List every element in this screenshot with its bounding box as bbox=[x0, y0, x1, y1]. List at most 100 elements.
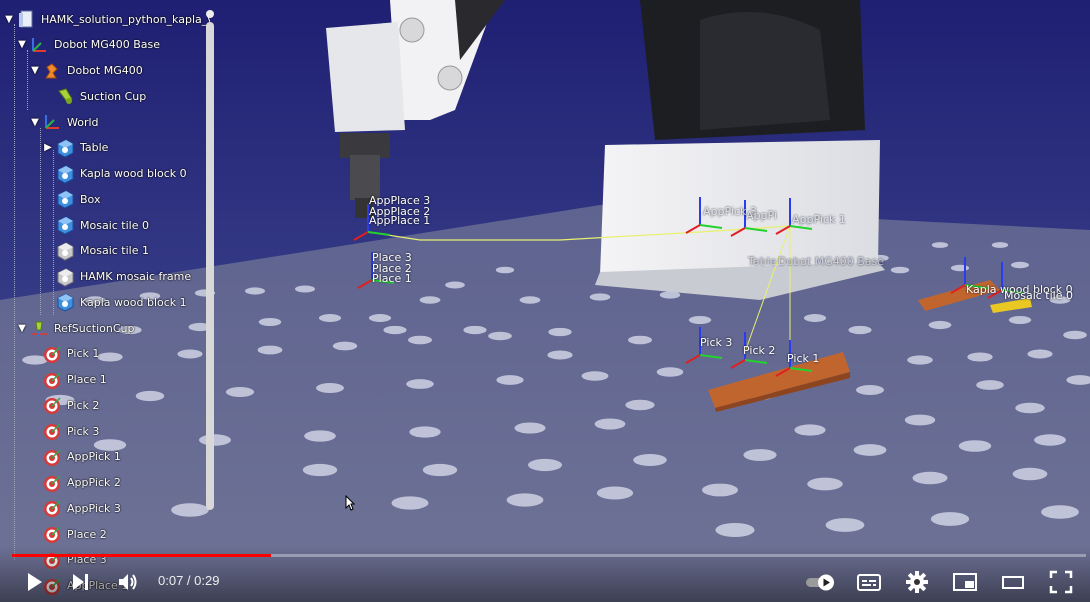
tree-item[interactable]: ▼Mosaic tile 0 bbox=[41, 214, 149, 236]
object-cube-icon bbox=[55, 164, 75, 184]
target-icon bbox=[42, 473, 62, 493]
video-player[interactable]: AppPlace 3 AppPlace 2 AppPlace 1 Place 3… bbox=[0, 0, 1090, 602]
tree-guide-line bbox=[53, 150, 54, 315]
scrollbar-thumb[interactable] bbox=[206, 22, 214, 510]
label-pick-3: Pick 3 bbox=[700, 336, 733, 349]
progress-bar[interactable] bbox=[12, 554, 1086, 557]
tree-item-label: HAMK_solution_python_kapla_va... bbox=[41, 12, 210, 26]
player-controls: 0:07 / 0:29 bbox=[0, 545, 1090, 602]
miniplayer-button[interactable] bbox=[952, 569, 978, 595]
tree-item-label: RefSuctionCup bbox=[54, 321, 135, 335]
label-pick-2: Pick 2 bbox=[743, 344, 776, 357]
tree-item[interactable]: ▼Pick 3 bbox=[28, 420, 99, 442]
tree-item[interactable]: ▼Kapla wood block 1 bbox=[41, 291, 187, 313]
target-icon bbox=[42, 395, 62, 415]
tree-item[interactable]: ▼HAMK mosaic frame bbox=[41, 266, 191, 288]
theater-icon bbox=[1002, 576, 1024, 589]
collapse-caret-icon[interactable]: ▼ bbox=[28, 117, 42, 128]
tree-guide-line bbox=[27, 50, 28, 110]
tree-item-label: Mosaic tile 0 bbox=[80, 218, 149, 232]
tree-item[interactable]: ▼ RefSuctionCup bbox=[15, 317, 135, 339]
collapse-caret-icon[interactable]: ▼ bbox=[15, 39, 29, 50]
tool-frame-icon bbox=[29, 318, 49, 338]
tree-item[interactable]: ▼ Dobot MG400 Base bbox=[15, 34, 160, 56]
object-cube-icon bbox=[55, 215, 75, 235]
play-icon bbox=[28, 573, 42, 591]
tree-item[interactable]: ▼ World bbox=[28, 111, 99, 133]
label-apppick-1: AppPick 1 bbox=[792, 213, 846, 226]
autoplay-toggle-icon bbox=[806, 574, 834, 591]
tree-item-label: Pick 1 bbox=[67, 347, 100, 361]
tree-item-label: Pick 3 bbox=[67, 424, 100, 438]
label-appplace-1: AppPlace 1 bbox=[369, 214, 431, 227]
object-cube-icon bbox=[55, 138, 75, 158]
tree-scrollbar[interactable] bbox=[206, 10, 214, 572]
progress-played bbox=[12, 554, 271, 557]
tree-item[interactable]: ▼ Dobot MG400 bbox=[28, 60, 143, 82]
target-icon bbox=[42, 524, 62, 544]
tree-item-label: Box bbox=[80, 192, 101, 206]
subtitles-button[interactable] bbox=[856, 569, 882, 595]
document-icon bbox=[16, 9, 36, 29]
target-icon bbox=[42, 447, 62, 467]
object-cube-grey-icon bbox=[55, 267, 75, 287]
label-place-1: Place 1 bbox=[372, 272, 412, 285]
play-button[interactable] bbox=[21, 569, 47, 595]
tree-item-label: AppPick 3 bbox=[67, 501, 121, 515]
autoplay-toggle[interactable] bbox=[804, 569, 836, 595]
tree-item[interactable]: ▼Place 2 bbox=[28, 523, 107, 545]
tree-item[interactable]: ▼Suction Cup bbox=[41, 85, 146, 107]
tree-item[interactable]: ▶ Table bbox=[41, 137, 108, 159]
fullscreen-button[interactable] bbox=[1048, 569, 1074, 595]
tree-item[interactable]: ▼AppPick 1 bbox=[28, 446, 121, 468]
tree-item[interactable]: ▼Box bbox=[41, 188, 100, 210]
tree-item[interactable]: ▼Place 1 bbox=[28, 369, 107, 391]
time-display: 0:07 / 0:29 bbox=[158, 573, 220, 588]
tree-item-label: Dobot MG400 bbox=[67, 64, 143, 77]
tree-guide-line bbox=[14, 24, 15, 560]
tree-item[interactable]: ▼ HAMK_solution_python_kapla_va... bbox=[2, 8, 210, 30]
tree-item[interactable]: ▼Pick 2 bbox=[28, 394, 99, 416]
tree-item[interactable]: ▼AppPick 3 bbox=[28, 497, 121, 519]
tree-item[interactable]: ▼AppPick 2 bbox=[28, 472, 121, 494]
scrollbar-handle-top[interactable] bbox=[206, 10, 214, 18]
tree-item[interactable]: ▼Kapla wood block 0 bbox=[41, 163, 187, 185]
collapse-caret-icon[interactable]: ▼ bbox=[2, 14, 16, 25]
tree-item-label: AppPick 2 bbox=[67, 476, 121, 489]
theater-mode-button[interactable] bbox=[1000, 569, 1026, 595]
tree-item-label: Pick 2 bbox=[67, 398, 100, 412]
volume-icon bbox=[119, 574, 137, 590]
tree-item-label: Mosaic tile 1 bbox=[80, 244, 149, 258]
mouse-pointer-icon bbox=[345, 495, 355, 511]
volume-button[interactable] bbox=[115, 569, 141, 595]
label-dobot-base: Dobot MG400 Base bbox=[778, 255, 885, 268]
tree-item-label: World bbox=[67, 115, 99, 129]
fullscreen-icon bbox=[1049, 570, 1073, 594]
tree-item-label: Kapla wood block 1 bbox=[80, 295, 187, 309]
settings-button[interactable] bbox=[904, 569, 930, 595]
label-mosaic-tile-0: Mosaic tile 0 bbox=[1004, 289, 1073, 302]
tree-item[interactable]: ▼Pick 1 bbox=[28, 343, 99, 365]
gear-icon bbox=[906, 571, 928, 593]
subtitles-icon bbox=[857, 574, 881, 591]
object-cube-icon bbox=[55, 189, 75, 209]
target-icon bbox=[42, 498, 62, 518]
object-cube-grey-icon bbox=[55, 241, 75, 261]
tree-item-label: HAMK mosaic frame bbox=[80, 270, 192, 283]
target-icon bbox=[42, 421, 62, 441]
target-icon bbox=[42, 344, 62, 364]
frame-axes-icon bbox=[42, 112, 62, 132]
collapse-caret-icon[interactable]: ▼ bbox=[15, 323, 29, 334]
frame-axes-icon bbox=[29, 35, 49, 55]
tree-item-label: Dobot MG400 Base bbox=[54, 38, 161, 52]
tree-item[interactable]: ▼Mosaic tile 1 bbox=[41, 240, 149, 262]
next-icon bbox=[73, 574, 88, 590]
tree-item-label: AppPick 1 bbox=[67, 450, 121, 464]
miniplayer-icon bbox=[953, 573, 977, 591]
collapse-caret-icon[interactable]: ▼ bbox=[28, 65, 42, 76]
tree-guide-line bbox=[40, 128, 41, 315]
tree-item-label: Place 2 bbox=[67, 527, 107, 541]
next-button[interactable] bbox=[68, 569, 94, 595]
tool-icon bbox=[55, 86, 75, 106]
station-tree[interactable]: ▼ HAMK_solution_python_kapla_va... ▼ Dobot … bbox=[0, 0, 210, 602]
